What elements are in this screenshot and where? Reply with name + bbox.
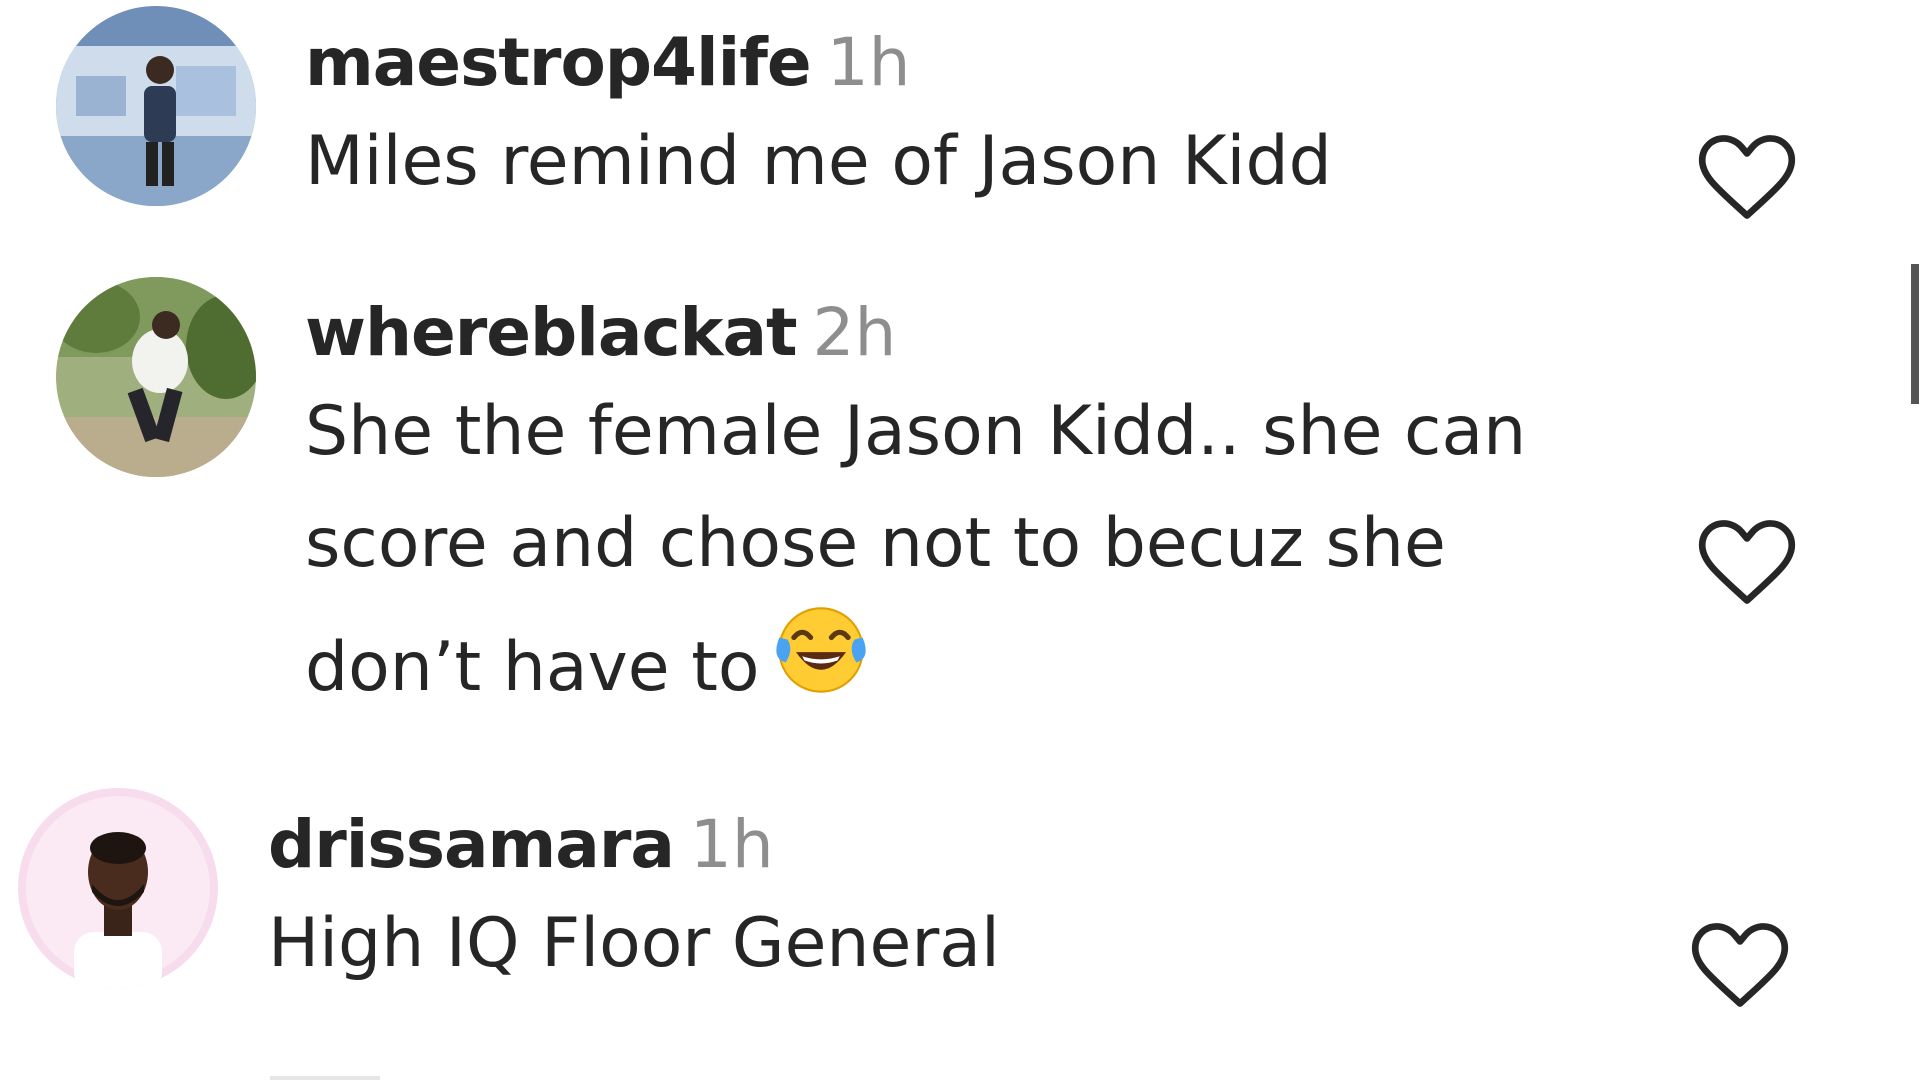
avatar-photo (18, 788, 218, 988)
avatar-photo (56, 277, 256, 477)
partial-row-marker (270, 1076, 380, 1080)
comment-body: maestrop4life 1h Miles remind me of Jason… (305, 20, 1640, 218)
comment-body: whereblackat 2h She the female Jason Kidd… (305, 290, 1640, 724)
tears-of-joy-emoji (771, 600, 871, 700)
timestamp[interactable]: 1h (827, 24, 911, 101)
comment-header: whereblackat 2h (305, 290, 1640, 376)
username[interactable]: whereblackat (305, 294, 798, 371)
username[interactable]: drissamara (268, 806, 675, 883)
comment-text: High IQ Floor General (268, 904, 1000, 983)
comment-header: drissamara 1h (268, 802, 1640, 888)
scrollbar-thumb[interactable] (1911, 264, 1919, 404)
comment-text: She the female Jason Kidd.. she can scor… (305, 376, 1640, 724)
timestamp[interactable]: 1h (690, 806, 774, 883)
username[interactable]: maestrop4life (305, 24, 812, 101)
like-button[interactable] (1690, 920, 1790, 1012)
comment-item: whereblackat 2h She the female Jason Kidd… (0, 270, 1920, 770)
avatar-photo (56, 6, 256, 206)
comment-item: maestrop4life 1h Miles remind me of Jason… (0, 0, 1920, 270)
avatar[interactable] (56, 277, 256, 477)
heart-outline-icon (1698, 135, 1796, 219)
heart-outline-icon (1698, 520, 1796, 604)
heart-outline-icon (1691, 923, 1789, 1007)
comment-text-content: She the female Jason Kidd.. she can scor… (305, 392, 1527, 707)
avatar[interactable] (56, 6, 256, 206)
avatar[interactable] (18, 788, 218, 988)
timestamp[interactable]: 2h (813, 294, 897, 371)
comment-text: Miles remind me of Jason Kidd (305, 122, 1332, 201)
comment-body: drissamara 1h High IQ Floor General (268, 802, 1640, 1000)
next-comment-partial (270, 1050, 380, 1080)
comment-header: maestrop4life 1h (305, 20, 1640, 106)
comment-item: drissamara 1h High IQ Floor General (0, 770, 1920, 1040)
like-button[interactable] (1697, 517, 1797, 609)
tears-of-joy-emoji-icon (776, 607, 867, 693)
like-button[interactable] (1697, 132, 1797, 224)
